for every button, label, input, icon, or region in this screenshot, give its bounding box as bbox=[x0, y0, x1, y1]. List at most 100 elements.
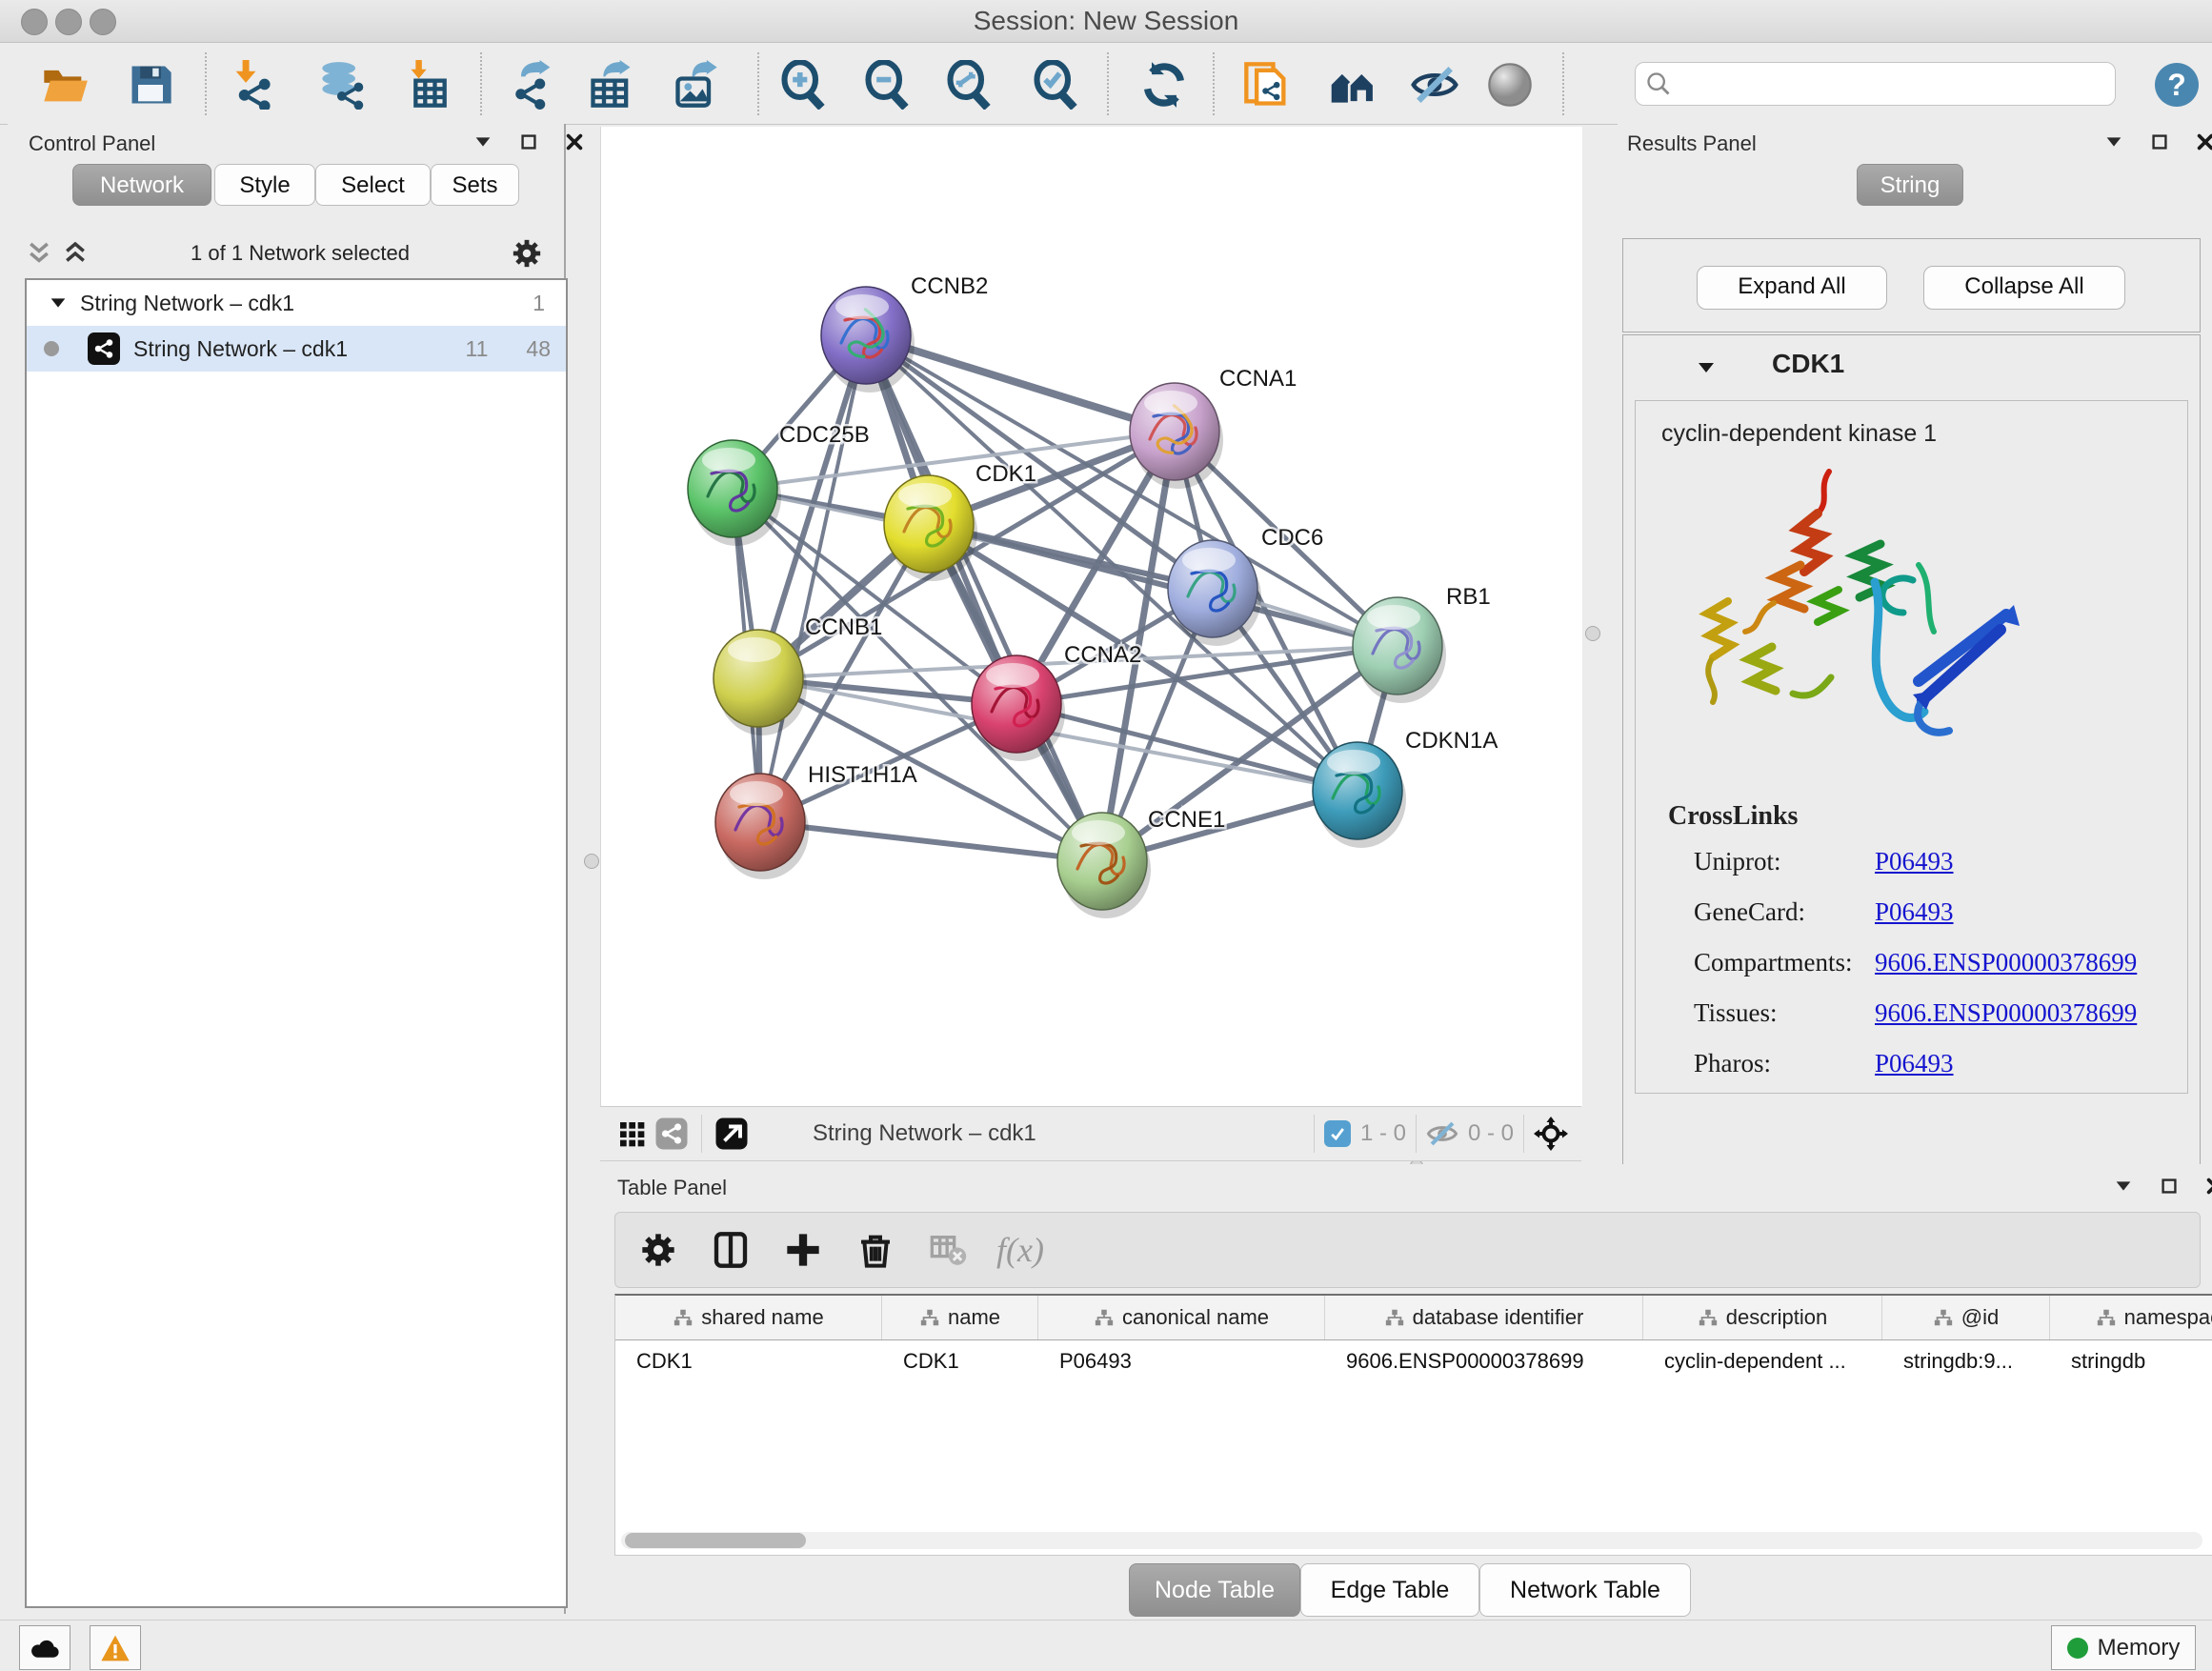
show-columns-icon[interactable] bbox=[709, 1228, 753, 1272]
crosslink-link[interactable]: 9606.ENSP00000378699 bbox=[1875, 948, 2137, 977]
crosslink-link[interactable]: P06493 bbox=[1875, 1049, 1954, 1078]
search-box[interactable] bbox=[1635, 62, 2116, 106]
open-session-icon[interactable] bbox=[36, 56, 93, 113]
crosslink-link[interactable]: P06493 bbox=[1875, 897, 1954, 927]
export-table-icon[interactable] bbox=[583, 56, 640, 113]
clone-network-icon[interactable] bbox=[1238, 56, 1296, 113]
float-panel-icon[interactable] bbox=[518, 131, 539, 152]
selected-checkbox[interactable] bbox=[1324, 1120, 1351, 1147]
network-node-HIST1H1A[interactable] bbox=[715, 774, 809, 879]
node-details-box: CDK1 cyclin-dependent kinase 1 bbox=[1622, 334, 2201, 1218]
birds-eye-view-icon[interactable] bbox=[612, 1114, 652, 1154]
column-header-databaseidentifier[interactable]: database identifier bbox=[1325, 1296, 1643, 1339]
section-collapse-icon[interactable] bbox=[1695, 356, 1718, 379]
fit-selected-crosshair-icon[interactable] bbox=[1534, 1117, 1568, 1151]
hide-selected-icon[interactable] bbox=[1406, 56, 1463, 113]
column-header-namespace[interactable]: namespace bbox=[2050, 1296, 2212, 1339]
table-cell[interactable]: 9606.ENSP00000378699 bbox=[1325, 1340, 1643, 1382]
cloud-status-button[interactable] bbox=[19, 1625, 70, 1670]
export-network-icon[interactable] bbox=[505, 56, 562, 113]
network-node-CDKN1A[interactable] bbox=[1313, 742, 1406, 848]
network-node-RB1[interactable] bbox=[1353, 597, 1446, 703]
float-panel-icon[interactable] bbox=[2159, 1176, 2180, 1197]
import-network-file-icon[interactable] bbox=[224, 56, 281, 113]
zoom-selected-icon[interactable] bbox=[1027, 56, 1084, 113]
zoom-in-icon[interactable] bbox=[774, 56, 832, 113]
network-view-canvas[interactable]: CCNB2CCNA1CDC25BCDK1CDC6RB1CCNB1CCNA2CDK… bbox=[600, 127, 1582, 1106]
node-label-CDC6: CDC6 bbox=[1261, 525, 1323, 551]
tab-style[interactable]: Style bbox=[214, 164, 315, 206]
table-cell[interactable]: CDK1 bbox=[615, 1340, 882, 1382]
expand-all-button[interactable]: Expand All bbox=[1697, 266, 1887, 310]
tab-sets[interactable]: Sets bbox=[431, 164, 519, 206]
table-horizontal-scrollbar[interactable] bbox=[621, 1532, 2202, 1549]
save-session-icon[interactable] bbox=[122, 56, 179, 113]
table-cell[interactable]: stringdb bbox=[2050, 1340, 2212, 1382]
tab-select[interactable]: Select bbox=[315, 164, 431, 206]
table-cell[interactable]: stringdb:9... bbox=[1882, 1340, 2050, 1382]
panel-menu-icon[interactable] bbox=[2103, 131, 2124, 152]
close-panel-icon[interactable] bbox=[2204, 1176, 2212, 1197]
table-row[interactable]: CDK1CDK1P064939606.ENSP00000378699cyclin… bbox=[615, 1340, 2212, 1382]
table-cell[interactable]: cyclin-dependent ... bbox=[1643, 1340, 1882, 1382]
panel-menu-icon[interactable] bbox=[2113, 1176, 2134, 1197]
crosslink-link[interactable]: P06493 bbox=[1875, 847, 1954, 876]
column-header-id[interactable]: @id bbox=[1882, 1296, 2050, 1339]
delete-column-icon[interactable] bbox=[854, 1228, 897, 1272]
zoom-fit-icon[interactable] bbox=[940, 56, 997, 113]
toolbar-separator bbox=[1107, 52, 1109, 115]
network-node-CDC25B[interactable] bbox=[688, 440, 781, 546]
table-cell[interactable]: P06493 bbox=[1038, 1340, 1325, 1382]
scrollbar-thumb[interactable] bbox=[625, 1533, 806, 1548]
network-row[interactable]: String Network – cdk1 11 48 bbox=[27, 326, 566, 372]
import-network-database-icon[interactable] bbox=[314, 56, 372, 113]
footer-separator bbox=[1523, 1115, 1524, 1153]
search-input[interactable] bbox=[1679, 70, 2105, 98]
open-in-window-icon[interactable] bbox=[712, 1114, 752, 1154]
zoom-out-icon[interactable] bbox=[858, 56, 915, 113]
warnings-button[interactable] bbox=[90, 1625, 141, 1670]
collapse-all-button[interactable]: Collapse All bbox=[1923, 266, 2125, 310]
close-panel-icon[interactable] bbox=[564, 131, 585, 152]
network-collection-row[interactable]: String Network – cdk1 1 bbox=[27, 280, 566, 326]
table-cell[interactable]: CDK1 bbox=[882, 1340, 1038, 1382]
table-header-row: shared namenamecanonical namedatabase id… bbox=[615, 1296, 2212, 1340]
network-node-CCNA1[interactable] bbox=[1130, 383, 1223, 489]
tab-string[interactable]: String bbox=[1857, 164, 1963, 206]
left-splitter-handle[interactable] bbox=[584, 854, 599, 869]
results-actions-box: Expand All Collapse All bbox=[1622, 238, 2201, 332]
tab-node-table[interactable]: Node Table bbox=[1129, 1563, 1300, 1617]
tab-edge-table[interactable]: Edge Table bbox=[1300, 1563, 1479, 1617]
collapse-all-networks-icon[interactable] bbox=[25, 239, 53, 268]
table-options-gear-icon[interactable] bbox=[636, 1228, 680, 1272]
network-node-CDK1[interactable] bbox=[884, 475, 977, 581]
network-node-CCNB2[interactable] bbox=[821, 287, 915, 393]
show-graphics-details-icon[interactable] bbox=[1481, 56, 1538, 113]
tab-network-table[interactable]: Network Table bbox=[1479, 1563, 1691, 1617]
first-neighbors-icon[interactable] bbox=[1324, 56, 1381, 113]
help-button[interactable]: ? bbox=[2155, 63, 2199, 107]
refresh-icon[interactable] bbox=[1136, 56, 1193, 113]
column-header-name[interactable]: name bbox=[882, 1296, 1038, 1339]
expand-all-networks-icon[interactable] bbox=[61, 239, 90, 268]
column-header-canonicalname[interactable]: canonical name bbox=[1038, 1296, 1325, 1339]
search-icon bbox=[1645, 70, 1672, 97]
network-options-gear-icon[interactable] bbox=[511, 237, 543, 270]
toolbar-separator bbox=[1213, 52, 1215, 115]
export-image-icon[interactable] bbox=[668, 56, 725, 113]
float-panel-icon[interactable] bbox=[2149, 131, 2170, 152]
close-panel-icon[interactable] bbox=[2195, 131, 2212, 152]
panel-menu-icon[interactable] bbox=[473, 131, 493, 152]
hidden-eye-icon[interactable] bbox=[1426, 1119, 1458, 1148]
network-node-CCNE1[interactable] bbox=[1057, 813, 1151, 918]
tab-network[interactable]: Network bbox=[72, 164, 211, 206]
import-table-icon[interactable] bbox=[395, 56, 452, 113]
add-column-icon[interactable] bbox=[781, 1228, 825, 1272]
memory-button[interactable]: Memory bbox=[2051, 1625, 2196, 1670]
column-header-description[interactable]: description bbox=[1643, 1296, 1882, 1339]
crosslink-link[interactable]: 9606.ENSP00000378699 bbox=[1875, 998, 2137, 1028]
collection-expand-icon[interactable] bbox=[48, 292, 69, 313]
network-overview-icon[interactable] bbox=[652, 1114, 692, 1154]
right-splitter-handle[interactable] bbox=[1585, 626, 1600, 641]
column-header-sharedname[interactable]: shared name bbox=[615, 1296, 882, 1339]
